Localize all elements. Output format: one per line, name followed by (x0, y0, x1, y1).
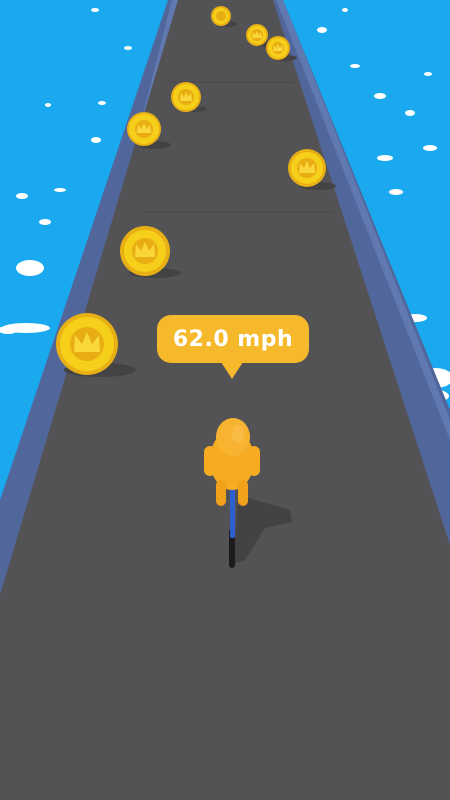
coin-3 (266, 36, 290, 60)
coin-4 (171, 82, 201, 112)
coin-8 (56, 313, 118, 375)
speed-readout: 62.0 mph (172, 326, 294, 352)
coin-7 (120, 226, 170, 276)
game-viewport[interactable]: 62.0 mph (0, 0, 450, 800)
coin-1 (211, 6, 231, 26)
coin-2 (246, 24, 268, 46)
speed-indicator: 62.0 mph (157, 315, 309, 379)
coin-6 (288, 149, 326, 187)
game-scene (0, 0, 450, 800)
coin-5 (127, 112, 161, 146)
